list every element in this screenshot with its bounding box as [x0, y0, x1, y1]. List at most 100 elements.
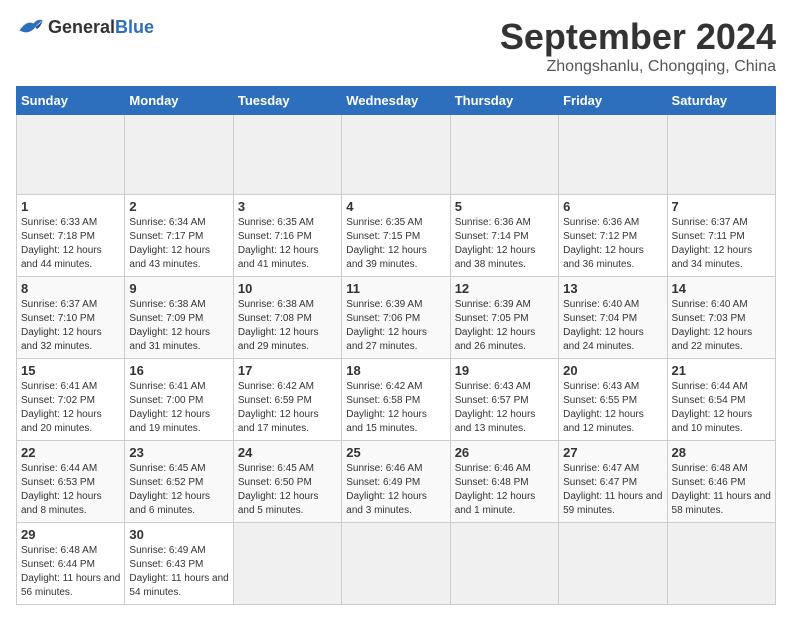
calendar-cell: 24 Sunrise: 6:45 AMSunset: 6:50 PMDayligh… [233, 441, 341, 523]
day-number: 10 [238, 281, 337, 296]
day-number: 19 [455, 363, 554, 378]
day-number: 27 [563, 445, 662, 460]
day-number: 21 [672, 363, 771, 378]
calendar-week-row: 8 Sunrise: 6:37 AMSunset: 7:10 PMDaylight… [17, 277, 776, 359]
calendar-cell: 1Sunrise: 6:33 AMSunset: 7:18 PMDaylight… [17, 195, 125, 277]
day-of-week-header: Tuesday [233, 87, 341, 115]
day-number: 3 [238, 199, 337, 214]
calendar-cell [667, 523, 775, 605]
calendar-cell: 10Sunrise: 6:38 AMSunset: 7:08 PMDayligh… [233, 277, 341, 359]
day-number: 24 [238, 445, 337, 460]
calendar-cell: 28Sunrise: 6:48 AMSunset: 6:46 PMDayligh… [667, 441, 775, 523]
day-number: 13 [563, 281, 662, 296]
cell-content: Sunrise: 6:40 AMSunset: 7:04 PMDaylight:… [563, 298, 662, 354]
calendar-cell: 20 Sunrise: 6:43 AMSunset: 6:55 PMDayligh… [559, 359, 667, 441]
day-of-week-header: Monday [125, 87, 233, 115]
day-number: 18 [346, 363, 445, 378]
calendar-cell: 18 Sunrise: 6:42 AMSunset: 6:58 PMDayligh… [342, 359, 450, 441]
day-number: 12 [455, 281, 554, 296]
calendar-cell: 8 Sunrise: 6:37 AMSunset: 7:10 PMDaylight… [17, 277, 125, 359]
cell-content: Sunrise: 6:46 AMSunset: 6:48 PMDaylight:… [455, 462, 554, 518]
logo-text: GeneralBlue [48, 17, 154, 38]
day-of-week-header: Sunday [17, 87, 125, 115]
day-number: 7 [672, 199, 771, 214]
calendar-cell: 23 Sunrise: 6:45 AMSunset: 6:52 PMDayligh… [125, 441, 233, 523]
calendar-cell [233, 115, 341, 195]
day-of-week-header: Wednesday [342, 87, 450, 115]
cell-content: Sunrise: 6:36 AMSunset: 7:14 PMDaylight:… [455, 216, 554, 272]
cell-content: Sunrise: 6:44 AMSunset: 6:53 PMDaylight:… [21, 462, 120, 518]
cell-content: Sunrise: 6:36 AMSunset: 7:12 PMDaylight:… [563, 216, 662, 272]
calendar-cell: 22Sunrise: 6:44 AMSunset: 6:53 PMDayligh… [17, 441, 125, 523]
cell-content: Sunrise: 6:45 AMSunset: 6:52 PMDaylight:… [129, 462, 228, 518]
calendar-cell [342, 523, 450, 605]
calendar-cell: 29 Sunrise: 6:48 AMSunset: 6:44 PMDayligh… [17, 523, 125, 605]
calendar-cell: 12 Sunrise: 6:39 AMSunset: 7:05 PMDayligh… [450, 277, 558, 359]
month-title: September 2024 [500, 16, 776, 58]
cell-content: Sunrise: 6:41 AMSunset: 7:02 PMDaylight:… [21, 380, 120, 436]
calendar-header-row: SundayMondayTuesdayWednesdayThursdayFrid… [17, 87, 776, 115]
cell-content: Sunrise: 6:42 AMSunset: 6:58 PMDaylight:… [346, 380, 445, 436]
calendar-cell: 21 Sunrise: 6:44 AMSunset: 6:54 PMDayligh… [667, 359, 775, 441]
cell-content: Sunrise: 6:37 AMSunset: 7:10 PMDaylight:… [21, 298, 120, 354]
cell-content: Sunrise: 6:35 AMSunset: 7:15 PMDaylight:… [346, 216, 445, 272]
cell-content: Sunrise: 6:48 AMSunset: 6:46 PMDaylight:… [672, 462, 771, 518]
day-number: 30 [129, 527, 228, 542]
header: GeneralBlue September 2024 Zhongshanlu, … [16, 16, 776, 76]
cell-content: Sunrise: 6:45 AMSunset: 6:50 PMDaylight:… [238, 462, 337, 518]
day-number: 29 [21, 527, 120, 542]
calendar-cell: 17 Sunrise: 6:42 AMSunset: 6:59 PMDayligh… [233, 359, 341, 441]
day-number: 4 [346, 199, 445, 214]
cell-content: Sunrise: 6:40 AMSunset: 7:03 PMDaylight:… [672, 298, 771, 354]
calendar-week-row: 29 Sunrise: 6:48 AMSunset: 6:44 PMDayligh… [17, 523, 776, 605]
cell-content: Sunrise: 6:41 AMSunset: 7:00 PMDaylight:… [129, 380, 228, 436]
calendar-table: SundayMondayTuesdayWednesdayThursdayFrid… [16, 86, 776, 605]
logo-general: General [48, 17, 115, 37]
calendar-week-row [17, 115, 776, 195]
day-number: 14 [672, 281, 771, 296]
day-number: 15 [21, 363, 120, 378]
cell-content: Sunrise: 6:39 AMSunset: 7:06 PMDaylight:… [346, 298, 445, 354]
calendar-cell: 26Sunrise: 6:46 AMSunset: 6:48 PMDayligh… [450, 441, 558, 523]
calendar-cell [559, 115, 667, 195]
calendar-cell [450, 523, 558, 605]
calendar-cell: 19 Sunrise: 6:43 AMSunset: 6:57 PMDayligh… [450, 359, 558, 441]
calendar-cell: 16 Sunrise: 6:41 AMSunset: 7:00 PMDayligh… [125, 359, 233, 441]
calendar-cell: 3 Sunrise: 6:35 AMSunset: 7:16 PMDaylight… [233, 195, 341, 277]
calendar-cell: 7 Sunrise: 6:37 AMSunset: 7:11 PMDaylight… [667, 195, 775, 277]
day-number: 8 [21, 281, 120, 296]
calendar-week-row: 1Sunrise: 6:33 AMSunset: 7:18 PMDaylight… [17, 195, 776, 277]
logo: GeneralBlue [16, 16, 154, 38]
cell-content: Sunrise: 6:43 AMSunset: 6:57 PMDaylight:… [455, 380, 554, 436]
calendar-cell: 9Sunrise: 6:38 AMSunset: 7:09 PMDaylight… [125, 277, 233, 359]
day-number: 9 [129, 281, 228, 296]
cell-content: Sunrise: 6:34 AMSunset: 7:17 PMDaylight:… [129, 216, 228, 272]
day-number: 25 [346, 445, 445, 460]
day-number: 5 [455, 199, 554, 214]
cell-content: Sunrise: 6:49 AMSunset: 6:43 PMDaylight:… [129, 544, 228, 600]
calendar-cell [17, 115, 125, 195]
logo-icon [16, 16, 44, 38]
calendar-cell: 14 Sunrise: 6:40 AMSunset: 7:03 PMDayligh… [667, 277, 775, 359]
cell-content: Sunrise: 6:37 AMSunset: 7:11 PMDaylight:… [672, 216, 771, 272]
cell-content: Sunrise: 6:44 AMSunset: 6:54 PMDaylight:… [672, 380, 771, 436]
calendar-cell: 5 Sunrise: 6:36 AMSunset: 7:14 PMDaylight… [450, 195, 558, 277]
day-number: 20 [563, 363, 662, 378]
day-number: 16 [129, 363, 228, 378]
day-number: 23 [129, 445, 228, 460]
cell-content: Sunrise: 6:48 AMSunset: 6:44 PMDaylight:… [21, 544, 120, 600]
cell-content: Sunrise: 6:46 AMSunset: 6:49 PMDaylight:… [346, 462, 445, 518]
day-of-week-header: Saturday [667, 87, 775, 115]
logo-blue: Blue [115, 17, 154, 37]
calendar-cell: 6Sunrise: 6:36 AMSunset: 7:12 PMDaylight… [559, 195, 667, 277]
cell-content: Sunrise: 6:42 AMSunset: 6:59 PMDaylight:… [238, 380, 337, 436]
day-of-week-header: Thursday [450, 87, 558, 115]
cell-content: Sunrise: 6:43 AMSunset: 6:55 PMDaylight:… [563, 380, 662, 436]
cell-content: Sunrise: 6:39 AMSunset: 7:05 PMDaylight:… [455, 298, 554, 354]
calendar-cell [559, 523, 667, 605]
calendar-cell [125, 115, 233, 195]
day-number: 2 [129, 199, 228, 214]
day-number: 17 [238, 363, 337, 378]
cell-content: Sunrise: 6:35 AMSunset: 7:16 PMDaylight:… [238, 216, 337, 272]
location: Zhongshanlu, Chongqing, China [500, 58, 776, 76]
